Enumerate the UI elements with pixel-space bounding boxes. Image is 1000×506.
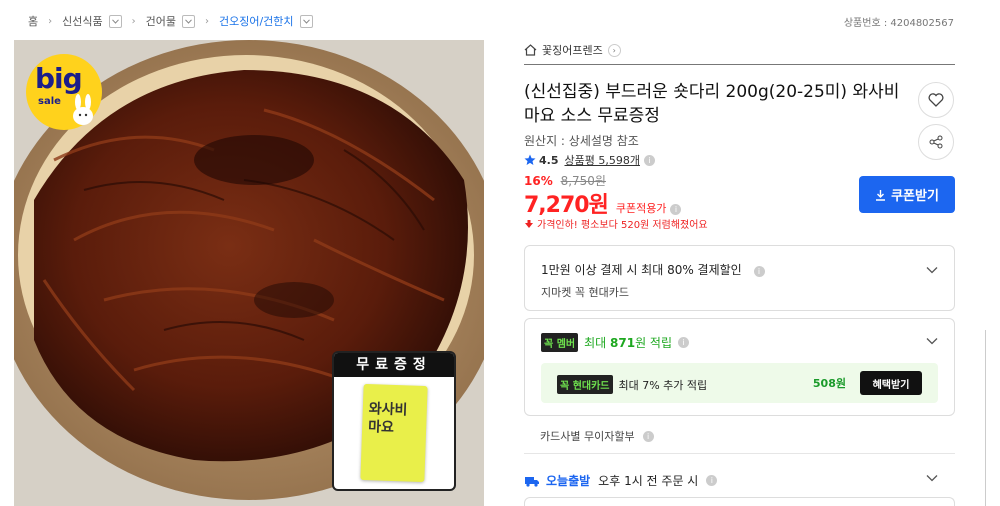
review-link[interactable]: 상품평 5,598개 [565, 152, 640, 168]
coupon-button[interactable]: 쿠폰받기 [859, 176, 955, 213]
breadcrumb-separator-icon: › [131, 15, 136, 27]
benefit-button[interactable]: 혜택받기 [860, 371, 922, 395]
info-icon[interactable]: i [678, 337, 690, 348]
price-drop-notice: 가격인하! 평소보다 520원 저렴해졌어요 [524, 216, 708, 231]
breadcrumb-home[interactable]: 홈 [28, 13, 38, 29]
info-icon[interactable]: i [642, 430, 654, 442]
card-bonus-text: 최대 7% 추가 적립 [618, 378, 708, 392]
sachet-label: 와사비 마요 [367, 401, 408, 436]
chevron-down-icon[interactable] [926, 335, 938, 347]
divider [524, 453, 955, 454]
divider [524, 64, 955, 65]
chevron-down-icon[interactable] [181, 14, 195, 28]
card-bonus-amount: 508원 [812, 377, 846, 390]
heart-icon [928, 93, 944, 107]
breadcrumb-item-fresh[interactable]: › 신선식품 [38, 13, 122, 29]
chevron-down-icon[interactable] [926, 264, 938, 276]
download-icon [876, 189, 886, 201]
original-price: 8,750원 [560, 174, 606, 188]
arrow-down-icon [525, 219, 533, 228]
breadcrumb: 홈 › 신선식품 › 건어물 › 건오징어/건한치 [28, 12, 313, 30]
chevron-down-icon[interactable] [299, 14, 313, 28]
info-icon[interactable]: i [643, 154, 655, 166]
member-points-box[interactable]: 꼭 멤버 최대 871 원 적립 i 꼭 현대카드 최대 7% 추가 적립 508… [524, 318, 955, 416]
today-shipping-label: 오늘출발 [546, 474, 591, 488]
store-name: 꽃징어프렌즈 [542, 44, 603, 57]
info-icon[interactable]: i [706, 475, 718, 486]
product-title: (신선집중) 부드러운 숏다리 200g(20-25미) 와사비마요 소스 무료… [524, 82, 900, 126]
share-icon [929, 135, 943, 149]
shipping-row: 오늘출발 오후 1시 전 주문 시 i [524, 472, 718, 489]
chevron-down-icon[interactable] [108, 14, 122, 28]
next-section-box [524, 497, 955, 506]
truck-icon [525, 476, 539, 487]
breadcrumb-item-dried[interactable]: › 건어물 [122, 13, 195, 29]
payment-discount-box[interactable]: 1만원 이상 결제 시 최대 80% 결제할인 i 지마켓 꼭 현대카드 [524, 245, 955, 311]
bunny-icon [73, 94, 93, 125]
store-link[interactable]: 꽃징어프렌즈 › [524, 40, 621, 60]
payment-discount-line: 1만원 이상 결제 시 최대 80% 결제할인 i [541, 261, 765, 278]
origin-info: 원산지 : 상세설명 참조 [524, 134, 639, 148]
discount-percent: 16% [524, 174, 553, 188]
rating-row: 4.5 상품평 5,598개 i [524, 152, 655, 168]
sale-price: 7,270원 [524, 193, 609, 218]
scrollbar-track[interactable] [985, 330, 986, 506]
rating-score: 4.5 [539, 153, 559, 167]
big-sale-badge: big sale [26, 54, 102, 130]
wasabi-sachet: 와사비 마요 [360, 383, 428, 483]
hyundai-card-tag: 꼭 현대카드 [557, 375, 613, 394]
free-gift-card: 무료증정 와사비 마요 [332, 351, 456, 491]
share-button[interactable] [918, 124, 954, 160]
breadcrumb-separator-icon: › [48, 15, 53, 27]
payment-card-line: 지마켓 꼭 현대카드 [541, 286, 629, 299]
coupon-price-note: 쿠폰적용가 [615, 202, 667, 215]
member-tag: 꼭 멤버 [541, 333, 579, 352]
card-bonus-row: 꼭 현대카드 최대 7% 추가 적립 508원 혜택받기 [541, 363, 938, 403]
member-points-line: 꼭 멤버 최대 871 원 적립 i [541, 333, 690, 352]
breadcrumb-separator-icon: › [204, 15, 209, 27]
home-icon [524, 44, 537, 56]
info-icon[interactable]: i [670, 204, 682, 215]
chevron-down-icon[interactable] [926, 472, 938, 484]
star-icon [524, 154, 536, 165]
breadcrumb-item-squid[interactable]: › 건오징어/건한치 [195, 13, 313, 29]
chevron-right-icon: › [607, 43, 621, 57]
gift-title: 무료증정 [334, 353, 454, 377]
wishlist-button[interactable] [918, 82, 954, 118]
product-number: 상품번호 : 4204802567 [843, 18, 954, 29]
shipping-text: 오후 1시 전 주문 시 [598, 474, 699, 488]
installment-info: 카드사별 무이자할부 i [540, 428, 654, 444]
info-icon[interactable]: i [753, 266, 765, 277]
price-row: 7,270원 쿠폰적용가 i [524, 187, 682, 219]
